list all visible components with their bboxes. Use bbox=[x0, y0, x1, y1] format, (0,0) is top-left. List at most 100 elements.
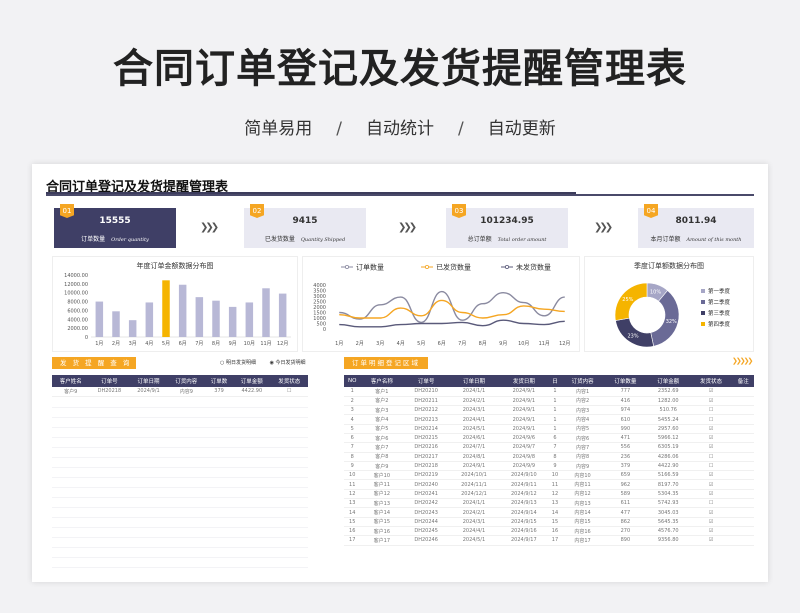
table-cell: 1 bbox=[548, 414, 562, 425]
bar bbox=[212, 300, 220, 337]
table-row[interactable]: 14 客户14 DH20243 2024/2/1 2024/9/14 14 内容14 477 3… bbox=[344, 507, 754, 518]
table-cell bbox=[732, 498, 754, 509]
x-tick-label: 9月 bbox=[499, 341, 507, 347]
table-row[interactable]: 11 客户11 DH20240 2024/11/1 2024/9/11 11 内容11 962… bbox=[344, 479, 754, 490]
status-checkbox[interactable]: ☑ bbox=[689, 489, 733, 500]
table-row[interactable]: 10 客户10 DH20219 2024/10/1 2024/9/10 10 内容10 659… bbox=[344, 470, 754, 481]
table-cell: 990 bbox=[603, 424, 647, 435]
table-cell: DH20241 bbox=[403, 489, 450, 500]
x-tick-label: 10月 bbox=[518, 341, 529, 347]
table-row[interactable]: 2 客户2 DH20211 2024/2/1 2024/9/1 1 内容2 416 1282.0… bbox=[344, 396, 754, 407]
table-cell: 客户9 bbox=[360, 461, 404, 472]
query-table: 客户姓名 订单号 订单日期 订货内容 订单数 订单金额 发货状态 客户9 DH20218 202… bbox=[52, 375, 308, 397]
status-checkbox[interactable]: ☑ bbox=[689, 526, 733, 537]
status-checkbox[interactable]: ☑ bbox=[689, 535, 733, 546]
table-cell: 890 bbox=[603, 535, 647, 546]
table-cell: 2024/9/9 bbox=[498, 461, 549, 472]
table-cell: 客户8 bbox=[360, 452, 404, 462]
table-cell: 556 bbox=[603, 442, 647, 453]
table-cell: 2024/4/1 bbox=[449, 414, 499, 425]
table-row[interactable]: 13 客户13 DH20242 2024/1/1 2024/9/13 13 内容13 611 5… bbox=[344, 498, 754, 509]
table-cell: 6305.19 bbox=[646, 442, 690, 453]
status-checkbox[interactable]: ☑ bbox=[689, 424, 733, 435]
detail-table: NO 客户名称 订单号 订单日期 发货日期日订货内容 订单数量 订单金额 发货状态 备注 1 客户… bbox=[344, 375, 754, 546]
legend-label: 第二季度 bbox=[708, 298, 731, 306]
radio-today[interactable]: ◉ 今日发货明细 bbox=[270, 360, 306, 366]
table-row[interactable]: 15 客户15 DH20244 2024/3/1 2024/9/15 15 内容15 862 5… bbox=[344, 517, 754, 527]
table-row[interactable]: 6 客户6 DH20215 2024/6/1 2024/9/6 6 内容6 471 5966.1… bbox=[344, 433, 754, 444]
detail-section-title: 订单明细登记区域 bbox=[344, 357, 428, 369]
table-row[interactable]: 16 客户16 DH20245 2024/4/1 2024/9/16 16 内容16 270 4… bbox=[344, 526, 754, 537]
series-line bbox=[339, 319, 565, 328]
legend-swatch bbox=[701, 289, 705, 293]
table-cell bbox=[732, 414, 754, 425]
legend-swatch bbox=[701, 322, 705, 326]
table-row[interactable]: 17 客户17 DH20246 2024/5/1 2024/9/17 17 内容17 890 9… bbox=[344, 535, 754, 546]
status-checkbox[interactable]: ☑ bbox=[689, 507, 733, 518]
status-checkbox[interactable]: ☐ bbox=[689, 498, 733, 509]
table-row[interactable]: 4 客户4 DH20213 2024/4/1 2024/9/1 1 内容4 610 5455.2… bbox=[344, 414, 754, 425]
bar-chart: 0 2000.00 4000.00 6000.00 8000.00 10000.00 120… bbox=[64, 273, 291, 347]
status-checkbox[interactable]: ☑ bbox=[689, 479, 733, 490]
legend-swatch bbox=[701, 311, 705, 315]
table-cell: 2024/10/1 bbox=[449, 470, 499, 481]
table-row[interactable]: 8 客户8 DH20217 2024/8/1 2024/9/8 8 内容8 236 4286.0… bbox=[344, 452, 754, 462]
table-cell: 9 bbox=[548, 461, 562, 472]
query-table-body-bg bbox=[52, 398, 308, 570]
table-cell: 2024/9/14 bbox=[498, 507, 549, 518]
table-cell bbox=[732, 452, 754, 462]
table-cell: 477 bbox=[603, 507, 647, 518]
title-divider-accent bbox=[46, 192, 576, 194]
table-row[interactable]: 客户9 DH20218 2024/9/1 内容9 379 4422.90 ☐ bbox=[52, 387, 308, 397]
status-checkbox[interactable]: ☐ bbox=[689, 452, 733, 462]
table-cell: DH20243 bbox=[403, 507, 450, 518]
status-checkbox[interactable]: ☑ bbox=[689, 387, 733, 397]
radio-tomorrow[interactable]: ○ 明日发货明细 bbox=[220, 360, 256, 366]
table-row[interactable]: 9 客户9 DH20218 2024/9/1 2024/9/9 9 内容9 379 4422.9… bbox=[344, 461, 754, 472]
column-header: 订货内容 bbox=[561, 375, 604, 387]
table-cell bbox=[732, 461, 754, 472]
x-tick-label: 3月 bbox=[376, 341, 384, 347]
table-cell: 2024/9/1 bbox=[498, 414, 549, 425]
hero-title: 合同订单登记及发货提醒管理表 bbox=[113, 46, 687, 92]
y-tick-label: 3500 bbox=[313, 289, 326, 295]
status-checkbox[interactable]: ☐ bbox=[689, 461, 733, 472]
pie-chart-title: 季度订单额数据分布图 bbox=[634, 262, 704, 270]
table-cell: 内容17 bbox=[561, 535, 604, 546]
status-checkbox[interactable]: ☑ bbox=[689, 517, 733, 527]
table-cell: 内容16 bbox=[561, 526, 604, 537]
legend-marker bbox=[345, 264, 350, 269]
status-checkbox[interactable]: ☑ bbox=[689, 396, 733, 407]
bar bbox=[228, 306, 237, 337]
table-cell: 2024/9/13 bbox=[498, 498, 549, 509]
x-tick-label: 4月 bbox=[397, 341, 405, 347]
table-cell: 2024/6/1 bbox=[449, 433, 499, 444]
table-cell: 2024/12/1 bbox=[449, 489, 499, 500]
table-cell: 客户5 bbox=[360, 424, 404, 435]
table-cell bbox=[732, 470, 754, 481]
x-tick-label: 5月 bbox=[162, 341, 170, 347]
status-checkbox[interactable]: ☑ bbox=[689, 433, 733, 444]
table-cell: 客户10 bbox=[360, 470, 404, 481]
table-row[interactable]: 1 客户1 DH20210 2024/1/1 2024/9/1 1 内容1 777 2352.6… bbox=[344, 387, 754, 397]
y-tick-label: 2000.00 bbox=[67, 326, 88, 332]
table-cell: 客户6 bbox=[360, 433, 404, 444]
table-cell: 6 bbox=[344, 433, 361, 444]
table-cell: 客户2 bbox=[360, 396, 404, 407]
status-checkbox[interactable]: ☐ bbox=[689, 405, 733, 416]
table-cell: 15 bbox=[548, 517, 562, 527]
status-checkbox[interactable]: ☑ bbox=[689, 470, 733, 481]
table-row[interactable]: 12 客户12 DH20241 2024/12/1 2024/9/12 12 内容12 589… bbox=[344, 489, 754, 500]
query-section-title: 发 货 提 醒 查 询 bbox=[52, 357, 136, 369]
table-cell: 610 bbox=[603, 414, 647, 425]
column-header: 发货状态 bbox=[689, 375, 733, 387]
status-checkbox[interactable]: ☐ bbox=[689, 414, 733, 425]
table-row[interactable]: 3 客户3 DH20212 2024/3/1 2024/9/1 1 内容3 974 510.76… bbox=[344, 405, 754, 416]
column-header: NO bbox=[344, 375, 361, 387]
status-checkbox[interactable]: ☑ bbox=[689, 442, 733, 453]
table-cell: 内容4 bbox=[561, 414, 604, 425]
table-cell: 内容11 bbox=[561, 479, 604, 490]
table-row[interactable]: 7 客户7 DH20216 2024/7/1 2024/9/7 7 内容7 556 6305.1… bbox=[344, 442, 754, 453]
table-cell: 内容15 bbox=[561, 517, 604, 527]
table-row[interactable]: 5 客户5 DH20214 2024/5/1 2024/9/1 1 内容5 990 2957.6… bbox=[344, 424, 754, 435]
